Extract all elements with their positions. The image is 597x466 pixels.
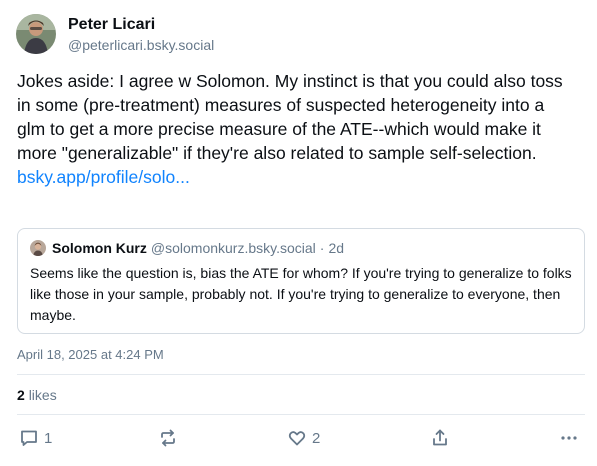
quoted-author-name: Solomon Kurz [52, 240, 147, 256]
post-timestamp: April 18, 2025 at 4:24 PM [17, 347, 164, 362]
divider [17, 414, 585, 415]
author-avatar[interactable] [16, 14, 56, 54]
likes-count[interactable]: 2 likes [17, 387, 57, 403]
likes-number: 2 [17, 387, 25, 403]
reply-button[interactable]: 1 [19, 428, 52, 448]
quoted-post-text: Seems like the question is, bias the ATE… [30, 265, 572, 323]
quoted-author-handle: @solomonkurz.bsky.social [150, 240, 316, 256]
like-count: 2 [312, 429, 321, 447]
author-handle[interactable]: @peterlicari.bsky.social [68, 36, 214, 54]
reply-icon [19, 428, 39, 448]
quoted-post-header: Solomon Kurz @solomonkurz.bsky.social · … [30, 239, 572, 257]
heart-icon [287, 428, 307, 448]
like-button[interactable]: 2 [287, 428, 320, 448]
reply-count: 1 [44, 429, 53, 447]
repost-button[interactable] [158, 428, 178, 448]
divider [17, 374, 585, 375]
quoted-post-age: 2d [328, 240, 345, 256]
quoted-author-avatar [30, 240, 46, 256]
post-text: Jokes aside: I agree w Solomon. My insti… [17, 71, 563, 163]
post-link[interactable]: bsky.app/profile/solo... [17, 165, 190, 189]
repost-icon [158, 428, 178, 448]
post-author[interactable]: Peter Licari @peterlicari.bsky.social [16, 14, 214, 54]
author-display-name[interactable]: Peter Licari [68, 15, 214, 35]
post-body: Jokes aside: I agree w Solomon. My insti… [17, 69, 577, 189]
share-icon [430, 428, 450, 448]
quoted-separator: · [319, 240, 325, 256]
more-options-button[interactable] [559, 428, 579, 448]
more-icon [559, 428, 579, 448]
post-actions: 1 2 [17, 428, 585, 452]
likes-label: likes [28, 387, 57, 403]
share-button[interactable] [430, 428, 450, 448]
quoted-post[interactable]: Solomon Kurz @solomonkurz.bsky.social · … [17, 228, 585, 334]
